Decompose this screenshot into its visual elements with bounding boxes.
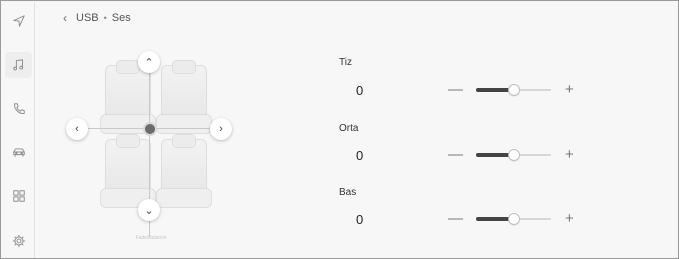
breadcrumb: ‹ USB • Ses xyxy=(63,11,131,25)
breadcrumb-current-page: Ses xyxy=(111,12,131,24)
fade-front-button[interactable]: ⌃ xyxy=(138,51,160,73)
treble-label: Tiz xyxy=(339,57,352,68)
fade-balance-control[interactable]: ⌃ ⌄ ‹ › Fade/Balance xyxy=(61,51,241,243)
rear-left-seat xyxy=(100,134,156,208)
car-icon[interactable] xyxy=(10,143,28,161)
mid-decrease-button[interactable]: — xyxy=(448,147,463,162)
treble-slider-knob[interactable] xyxy=(509,85,519,95)
breadcrumb-source[interactable]: USB xyxy=(76,12,99,24)
treble-increase-button[interactable]: + xyxy=(565,82,574,97)
chevron-down-icon: ⌄ xyxy=(144,204,154,217)
chevron-left-icon[interactable]: ‹ xyxy=(63,11,67,25)
bass-slider-knob[interactable] xyxy=(509,214,519,224)
mid-increase-button[interactable]: + xyxy=(565,147,574,162)
balance-right-button[interactable]: › xyxy=(210,118,232,140)
music-note-icon[interactable] xyxy=(5,52,32,78)
phone-icon[interactable] xyxy=(10,100,28,118)
treble-decrease-button[interactable]: — xyxy=(448,82,463,97)
mid-slider-knob[interactable] xyxy=(509,150,519,160)
fade-balance-position-marker[interactable] xyxy=(145,124,155,134)
mid-slider[interactable] xyxy=(476,150,551,160)
front-right-seat xyxy=(156,60,212,134)
sidebar xyxy=(2,2,35,258)
chevron-left-icon: ‹ xyxy=(75,123,79,135)
fade-rear-button[interactable]: ⌄ xyxy=(138,199,160,221)
mid-value: 0 xyxy=(356,148,364,163)
apps-grid-icon[interactable] xyxy=(10,187,28,205)
rear-right-seat xyxy=(156,134,212,208)
chevron-right-icon: › xyxy=(219,123,223,135)
bass-increase-button[interactable]: + xyxy=(565,211,574,226)
treble-value: 0 xyxy=(356,83,364,98)
chevron-up-icon: ⌃ xyxy=(144,56,154,69)
balance-left-button[interactable]: ‹ xyxy=(66,118,88,140)
navigation-icon[interactable] xyxy=(10,12,28,30)
fade-balance-caption: Fade/Balance xyxy=(135,235,167,241)
bass-decrease-button[interactable]: — xyxy=(448,211,463,226)
bass-slider[interactable] xyxy=(476,214,551,224)
bass-label: Bas xyxy=(339,187,357,198)
bass-value: 0 xyxy=(356,212,364,227)
treble-slider[interactable] xyxy=(476,85,551,95)
settings-gear-icon[interactable] xyxy=(10,232,28,250)
audio-settings-screen: ‹ USB • Ses ⌃ ⌄ ‹ › Fade/Balance Tiz 0 —… xyxy=(0,0,679,259)
breadcrumb-separator: • xyxy=(103,13,107,23)
front-left-seat xyxy=(100,60,156,134)
mid-label: Orta xyxy=(339,123,359,134)
